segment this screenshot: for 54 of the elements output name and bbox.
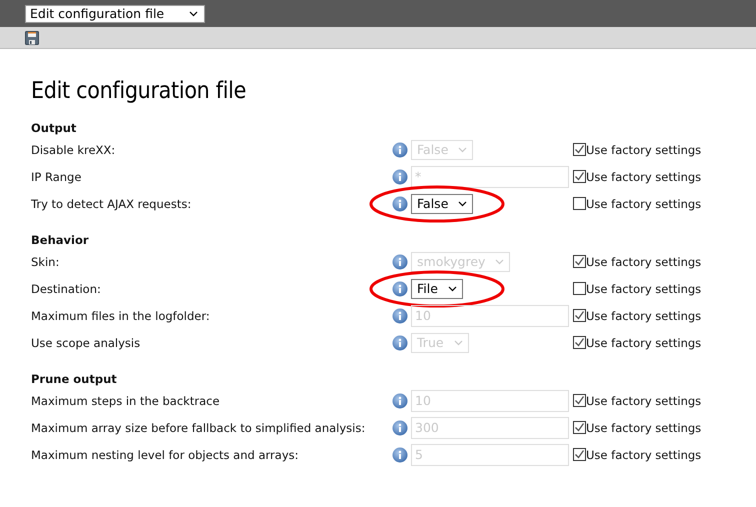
checkbox-label[interactable]: Use factory settings — [586, 308, 702, 322]
info-icon[interactable] — [392, 254, 408, 270]
file-dropdown[interactable]: Edit configuration file — [25, 4, 205, 22]
checkbox[interactable] — [573, 309, 586, 322]
checkbox[interactable] — [573, 336, 586, 349]
dropdown[interactable]: File — [411, 278, 463, 298]
checkbox-label[interactable]: Use factory settings — [586, 254, 702, 268]
checkbox-label[interactable]: Use factory settings — [586, 448, 702, 462]
caret-icon — [458, 200, 468, 206]
caret-icon — [495, 258, 504, 264]
section-heading: Behavior — [31, 232, 90, 248]
setting-label: Disable kreXX: — [31, 142, 116, 156]
info-icon[interactable] — [392, 196, 408, 212]
setting-label: Use scope analysis — [31, 336, 142, 350]
checkbox[interactable] — [573, 448, 586, 461]
setting-label: Try to detect AJAX requests: — [31, 196, 192, 210]
caret-icon — [458, 146, 468, 152]
checkbox-label[interactable]: Use factory settings — [586, 196, 702, 210]
page-title: Edit configuration file — [31, 78, 248, 104]
setting-label: Maximum files in the logfolder: — [31, 308, 211, 322]
checkbox-label[interactable]: Use factory settings — [586, 282, 702, 296]
checkbox-label[interactable]: Use factory settings — [586, 336, 702, 350]
info-icon[interactable] — [392, 308, 408, 324]
section-heading: Prune output — [31, 371, 118, 387]
checkbox[interactable] — [573, 255, 586, 268]
caret-icon — [454, 340, 463, 346]
setting-label: Maximum nesting level for objects and arrays: — [31, 448, 300, 462]
setting-label: Skin: — [31, 254, 60, 268]
checkbox-label[interactable]: Use factory settings — [586, 420, 702, 434]
setting-label: Destination: — [31, 282, 102, 296]
save-icon[interactable] — [25, 30, 39, 44]
info-icon[interactable] — [392, 168, 408, 184]
setting-label: Maximum steps in the backtrace — [31, 394, 221, 408]
section-heading: Output — [31, 120, 78, 136]
checkbox-label[interactable]: Use factory settings — [586, 394, 702, 408]
info-icon[interactable] — [392, 420, 408, 436]
checkbox-label[interactable]: Use factory settings — [586, 170, 702, 184]
info-icon[interactable] — [392, 334, 408, 350]
checkbox[interactable] — [573, 394, 586, 407]
info-icon[interactable] — [392, 142, 408, 158]
checkbox[interactable] — [573, 282, 586, 295]
checkbox-label[interactable]: Use factory settings — [586, 142, 702, 156]
info-icon[interactable] — [392, 392, 408, 408]
info-icon[interactable] — [392, 446, 408, 462]
setting-label: Maximum array size before fallback to simplified analysis: — [31, 420, 366, 434]
checkbox[interactable] — [573, 421, 586, 434]
caret-icon — [189, 10, 198, 16]
checkbox[interactable] — [573, 143, 586, 156]
info-icon[interactable] — [392, 280, 408, 296]
setting-label: IP Range — [31, 170, 82, 184]
checkbox[interactable] — [573, 197, 586, 210]
caret-icon — [448, 286, 457, 292]
dropdown[interactable]: False — [411, 194, 474, 214]
checkbox[interactable] — [573, 170, 586, 183]
